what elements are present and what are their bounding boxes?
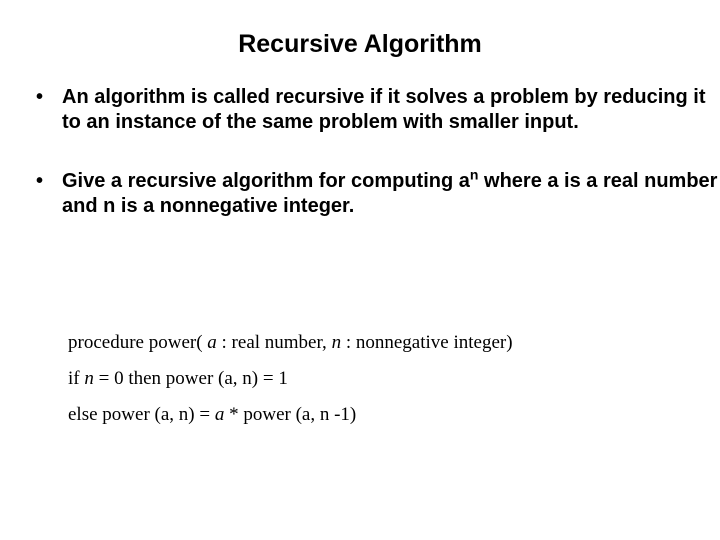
args: (a, n -1) [296, 404, 357, 425]
fn-name: power [102, 404, 154, 425]
var-n: n [84, 368, 94, 389]
paren: ( [196, 332, 207, 353]
pseudocode-block: procedure power( a : real number, n : no… [68, 325, 513, 433]
bullet-text: Give a recursive algorithm for computing… [62, 170, 717, 217]
bullet-item: • An algorithm is called recursive if it… [36, 85, 720, 135]
type-a: : real number, [217, 332, 332, 353]
kw-procedure: procedure [68, 332, 144, 353]
args: (a, n) [155, 404, 195, 425]
bullet-dot: • [36, 169, 43, 194]
var-n: n [332, 332, 342, 353]
type-n: : nonnegative integer) [341, 332, 512, 353]
eq: = 0 [94, 368, 128, 389]
eq: = 1 [258, 368, 288, 389]
pseudocode-line: if n = 0 then power (a, n) = 1 [68, 361, 513, 397]
fn-name: power [243, 404, 295, 425]
pseudocode-line: else power (a, n) = a * power (a, n -1) [68, 397, 513, 433]
kw-then: then [128, 368, 165, 389]
fn-name: power [144, 332, 196, 353]
bullet-item: • Give a recursive algorithm for computi… [36, 169, 720, 219]
bullet-text-prefix: Give a recursive algorithm for computing… [62, 170, 470, 192]
var-a: a [207, 332, 217, 353]
var-a: a [215, 404, 225, 425]
bullet-text: An algorithm is called recursive if it s… [62, 86, 706, 133]
args: (a, n) [218, 368, 258, 389]
fn-name: power [166, 368, 218, 389]
bullet-list: • An algorithm is called recursive if it… [36, 85, 720, 253]
kw-if: if [68, 368, 84, 389]
slide: Recursive Algorithm • An algorithm is ca… [0, 0, 720, 540]
op-mul: * [224, 404, 243, 425]
slide-title: Recursive Algorithm [0, 30, 720, 59]
pseudocode-line: procedure power( a : real number, n : no… [68, 325, 513, 361]
eq: = [195, 404, 215, 425]
bullet-dot: • [36, 85, 43, 110]
kw-else: else [68, 404, 102, 425]
